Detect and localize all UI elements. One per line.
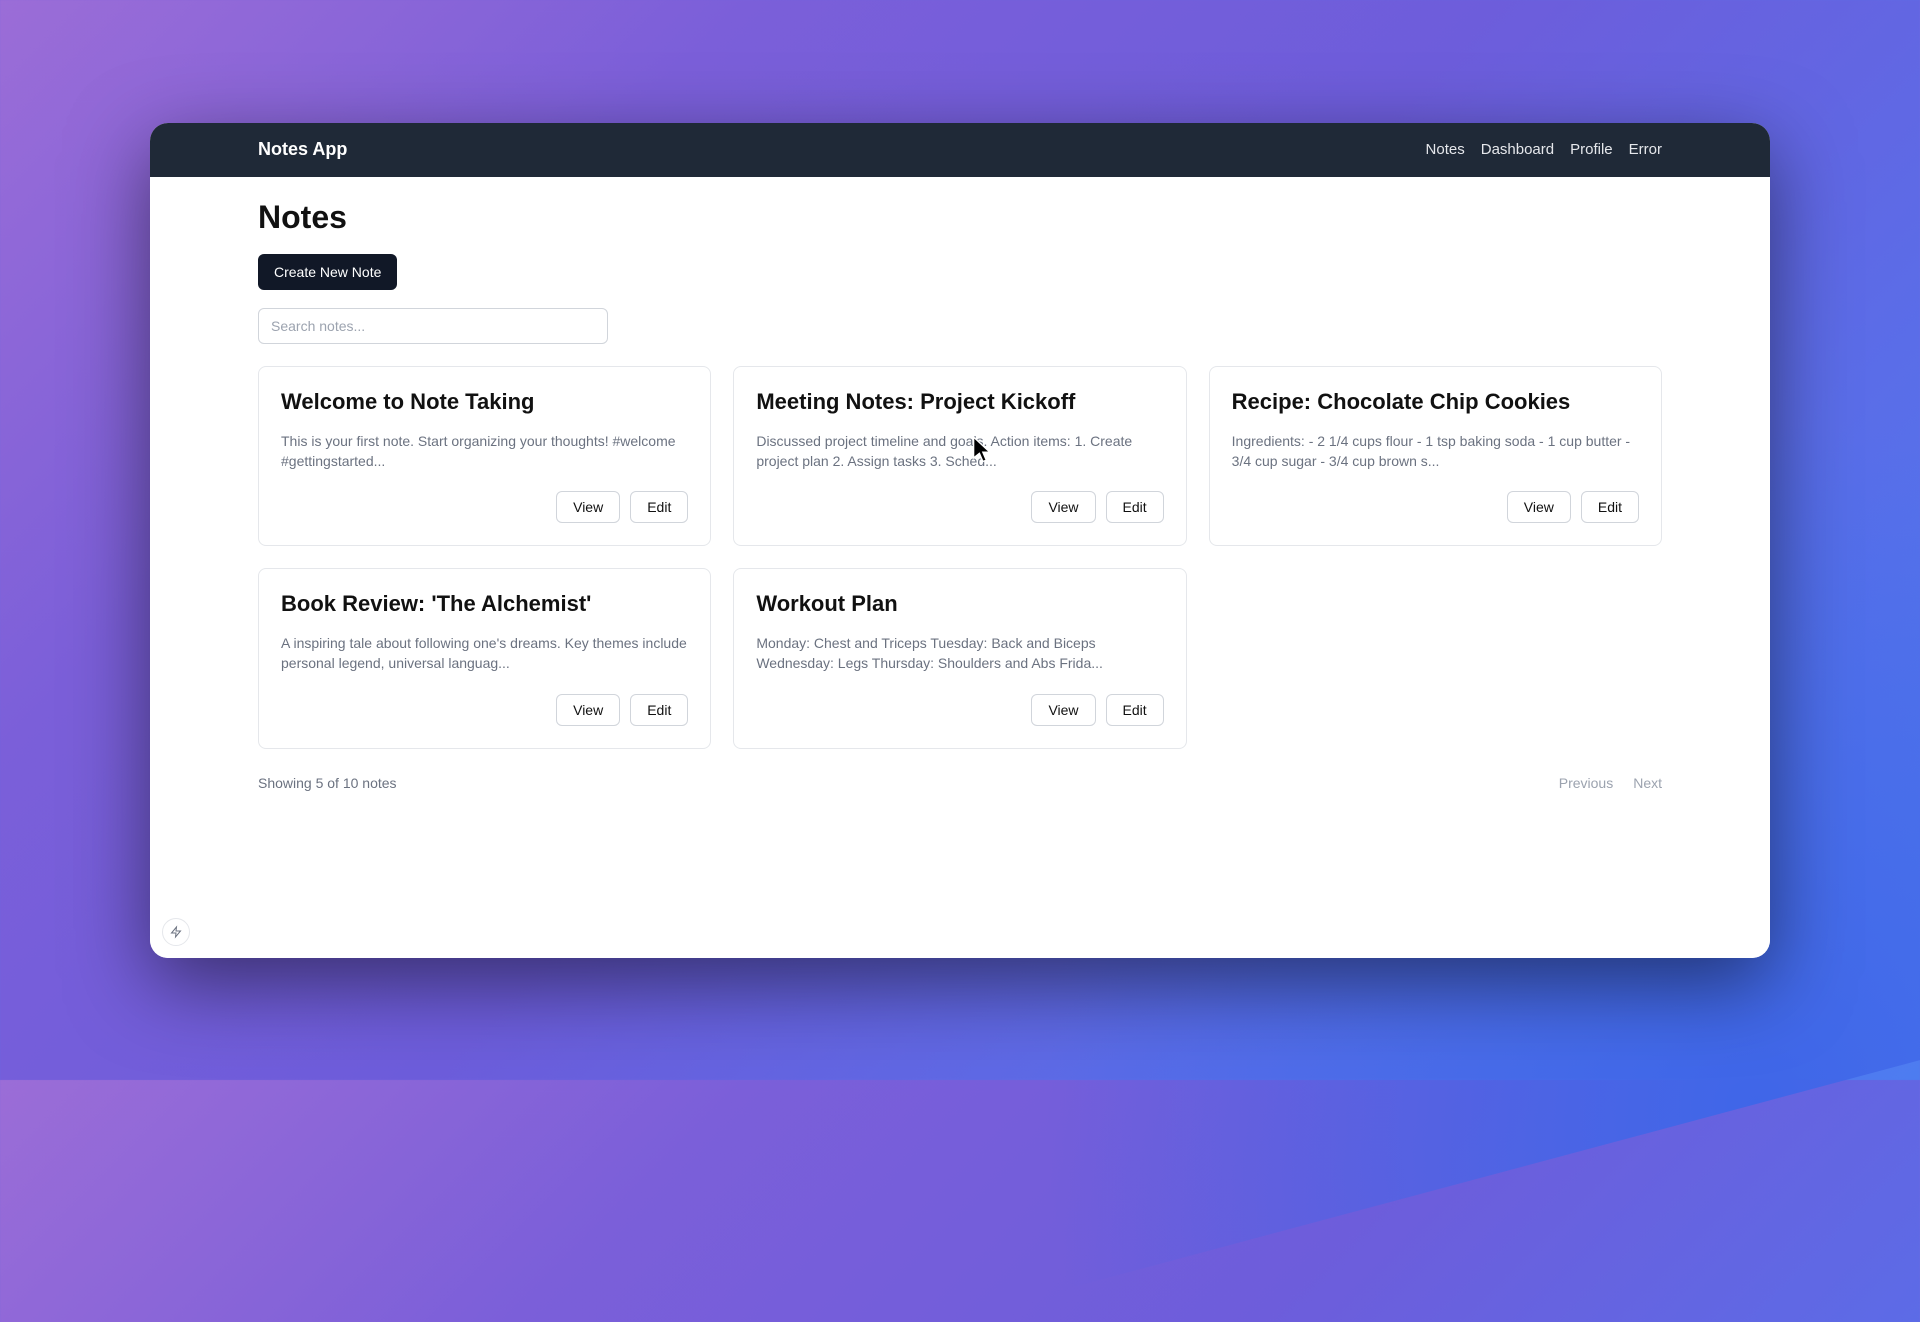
note-card: Welcome to Note Taking This is your firs… <box>258 366 711 547</box>
edit-button[interactable]: Edit <box>630 694 688 726</box>
notes-grid: Welcome to Note Taking This is your firs… <box>258 366 1662 749</box>
nav-link-profile[interactable]: Profile <box>1570 141 1613 158</box>
navbar: Notes App Notes Dashboard Profile Error <box>150 123 1770 177</box>
edit-button[interactable]: Edit <box>630 491 688 523</box>
note-actions: View Edit <box>1232 491 1639 523</box>
nav-link-notes[interactable]: Notes <box>1426 141 1465 158</box>
nav-links: Notes Dashboard Profile Error <box>1426 141 1662 158</box>
view-button[interactable]: View <box>1031 491 1095 523</box>
note-title: Welcome to Note Taking <box>281 389 688 415</box>
app-brand: Notes App <box>258 139 347 160</box>
note-title: Workout Plan <box>756 591 1163 617</box>
view-button[interactable]: View <box>556 694 620 726</box>
note-title: Meeting Notes: Project Kickoff <box>756 389 1163 415</box>
note-card: Meeting Notes: Project Kickoff Discussed… <box>733 366 1186 547</box>
view-button[interactable]: View <box>1031 694 1095 726</box>
note-excerpt: Ingredients: - 2 1/4 cups flour - 1 tsp … <box>1232 431 1639 472</box>
note-title: Recipe: Chocolate Chip Cookies <box>1232 389 1639 415</box>
note-excerpt: Monday: Chest and Triceps Tuesday: Back … <box>756 633 1163 674</box>
note-card: Workout Plan Monday: Chest and Triceps T… <box>733 568 1186 749</box>
edit-button[interactable]: Edit <box>1106 491 1164 523</box>
view-button[interactable]: View <box>1507 491 1571 523</box>
edit-button[interactable]: Edit <box>1581 491 1639 523</box>
note-excerpt: A inspiring tale about following one's d… <box>281 633 688 674</box>
note-excerpt: This is your first note. Start organizin… <box>281 431 688 472</box>
search-input[interactable] <box>258 308 608 344</box>
note-title: Book Review: 'The Alchemist' <box>281 591 688 617</box>
view-button[interactable]: View <box>556 491 620 523</box>
page-title: Notes <box>258 199 1662 236</box>
note-excerpt: Discussed project timeline and goals. Ac… <box>756 431 1163 472</box>
edit-button[interactable]: Edit <box>1106 694 1164 726</box>
bolt-icon[interactable] <box>162 918 190 946</box>
note-card: Recipe: Chocolate Chip Cookies Ingredien… <box>1209 366 1662 547</box>
pager: Previous Next <box>1559 775 1662 791</box>
main-content: Notes Create New Note Welcome to Note Ta… <box>150 177 1770 958</box>
next-button[interactable]: Next <box>1633 775 1662 791</box>
create-new-note-button[interactable]: Create New Note <box>258 254 397 290</box>
note-actions: View Edit <box>756 491 1163 523</box>
showing-count: Showing 5 of 10 notes <box>258 775 397 791</box>
pagination: Showing 5 of 10 notes Previous Next <box>258 775 1662 811</box>
note-card: Book Review: 'The Alchemist' A inspiring… <box>258 568 711 749</box>
note-actions: View Edit <box>281 491 688 523</box>
note-actions: View Edit <box>756 694 1163 726</box>
note-actions: View Edit <box>281 694 688 726</box>
nav-link-dashboard[interactable]: Dashboard <box>1481 141 1554 158</box>
app-window: Notes App Notes Dashboard Profile Error … <box>150 123 1770 958</box>
previous-button[interactable]: Previous <box>1559 775 1613 791</box>
nav-link-error[interactable]: Error <box>1629 141 1662 158</box>
